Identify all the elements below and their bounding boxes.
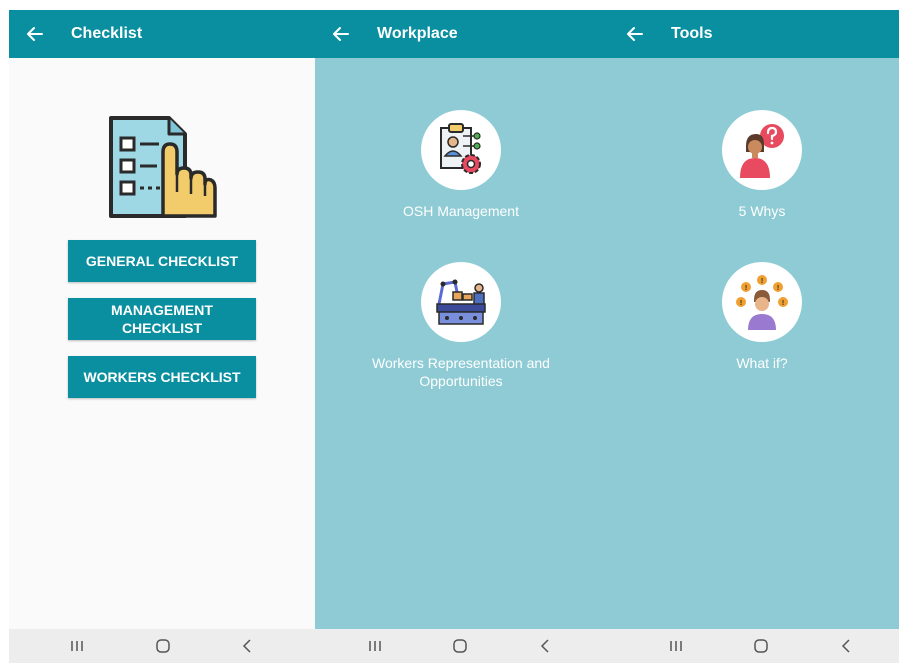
osh-management-label: OSH Management bbox=[403, 203, 519, 219]
five-whys-item[interactable]: 5 Whys bbox=[652, 110, 872, 220]
app-bar: Checklist bbox=[9, 10, 315, 58]
management-checklist-button[interactable]: MANAGEMENT CHECKLIST bbox=[68, 298, 256, 340]
app-bar: Workplace bbox=[315, 10, 616, 58]
recents-icon[interactable] bbox=[365, 637, 385, 655]
workers-representation-label: Workers Representation and Opportunities bbox=[372, 355, 550, 389]
chevron-left-icon[interactable] bbox=[238, 637, 258, 655]
arrow-left-icon[interactable] bbox=[25, 24, 45, 44]
workers-representation-item[interactable]: Workers Representation and Opportunities bbox=[351, 262, 571, 390]
general-checklist-button[interactable]: GENERAL CHECKLIST bbox=[68, 240, 256, 282]
what-if-label: What if? bbox=[736, 355, 788, 371]
page-title: Workplace bbox=[377, 25, 458, 42]
page-title: Checklist bbox=[71, 25, 143, 42]
osh-management-item[interactable]: OSH Management bbox=[351, 110, 571, 220]
checklist-hand-icon bbox=[109, 116, 217, 218]
factory-workers-icon bbox=[436, 279, 486, 325]
workers-checklist-button[interactable]: WORKERS CHECKLIST bbox=[68, 356, 256, 398]
question-person-icon bbox=[740, 124, 784, 178]
osh-management-icon-circle bbox=[421, 110, 501, 190]
system-nav-bar bbox=[9, 629, 315, 663]
svg-text:!: ! bbox=[782, 300, 784, 307]
svg-text:!: ! bbox=[745, 285, 747, 292]
tools-screen: Tools 5 Whys ! ! ! ! ! What if? bbox=[616, 10, 899, 663]
svg-text:!: ! bbox=[761, 278, 763, 285]
home-icon[interactable] bbox=[450, 637, 470, 655]
chevron-left-icon[interactable] bbox=[837, 637, 857, 655]
svg-text:!: ! bbox=[740, 300, 742, 307]
five-whys-label: 5 Whys bbox=[738, 203, 786, 219]
recents-icon[interactable] bbox=[666, 637, 686, 655]
svg-text:!: ! bbox=[777, 285, 779, 292]
five-whys-icon-circle bbox=[722, 110, 802, 190]
chevron-left-icon[interactable] bbox=[536, 637, 556, 655]
osh-management-icon bbox=[440, 123, 481, 174]
app-bar: Tools bbox=[616, 10, 899, 58]
page-title: Tools bbox=[671, 25, 713, 42]
what-if-icon-circle: ! ! ! ! ! bbox=[722, 262, 802, 342]
home-icon[interactable] bbox=[751, 637, 771, 655]
arrow-left-icon[interactable] bbox=[625, 24, 645, 44]
recents-icon[interactable] bbox=[67, 637, 87, 655]
what-if-item[interactable]: ! ! ! ! ! What if? bbox=[652, 262, 872, 372]
alerts-person-icon: ! ! ! ! ! bbox=[736, 275, 788, 330]
home-icon[interactable] bbox=[153, 637, 173, 655]
workers-representation-icon-circle bbox=[421, 262, 501, 342]
checklist-screen: Checklist GENERAL CHECKLIST MANAGEMENT C… bbox=[9, 10, 315, 663]
system-nav-bar bbox=[315, 629, 616, 663]
workplace-screen: Workplace OSH Management Workers Represe… bbox=[315, 10, 616, 663]
arrow-left-icon[interactable] bbox=[331, 24, 351, 44]
system-nav-bar bbox=[616, 629, 899, 663]
